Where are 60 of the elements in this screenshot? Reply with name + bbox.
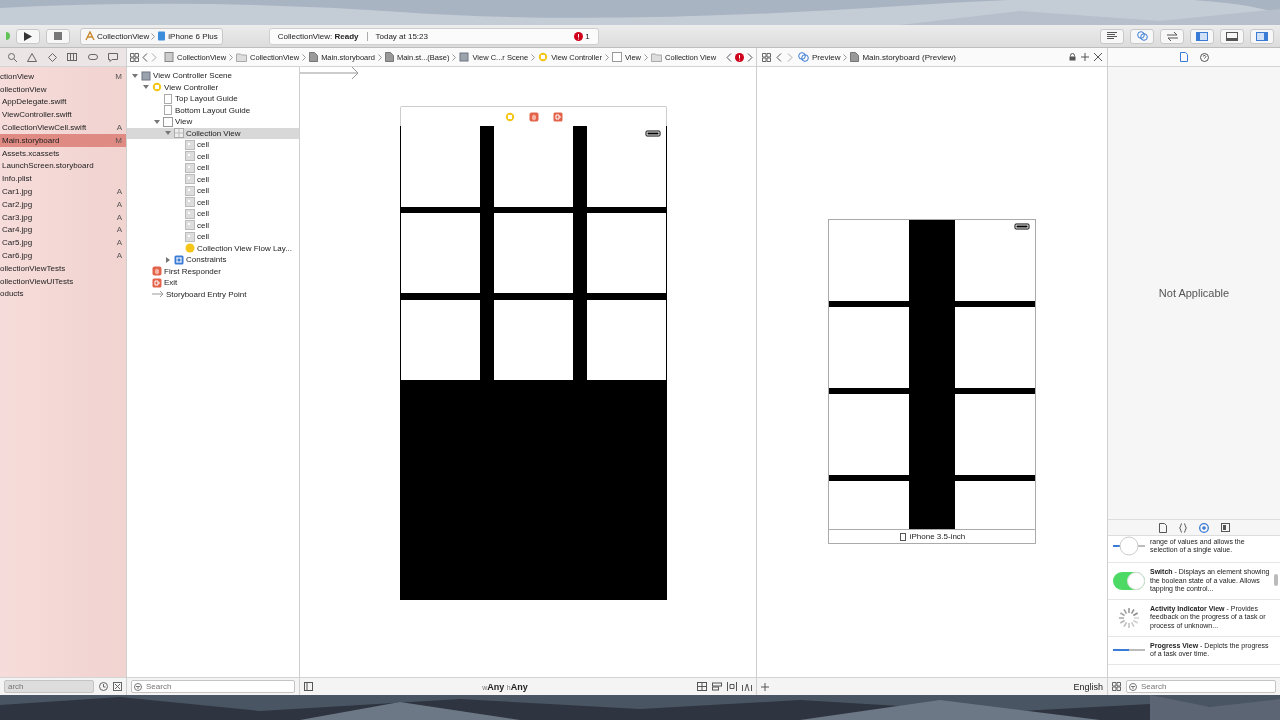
file-item[interactable]: CollectionViewCell.swift (2, 123, 117, 133)
file-item[interactable]: ctionView (0, 71, 116, 81)
status-letter: A (116, 238, 122, 248)
filter-field[interactable]: Search (131, 680, 295, 693)
outline-item[interactable]: View Controller Scene (153, 71, 232, 81)
library-search-field[interactable]: Search (1126, 680, 1276, 693)
file-item[interactable]: Car5.jpg (2, 238, 117, 248)
status-letter: M (115, 71, 122, 81)
file-item[interactable]: Car6.jpg (2, 251, 117, 261)
status-letter: A (116, 251, 122, 261)
file-item[interactable]: Car3.jpg (2, 212, 117, 222)
file-item[interactable]: ollectionViewUITests (0, 276, 122, 286)
outline-item[interactable]: Constraints (186, 255, 227, 265)
file-item[interactable]: Info.plist (2, 174, 122, 184)
error-count: 1 (585, 31, 590, 41)
file-item[interactable]: oducts (0, 289, 122, 299)
language-selector[interactable]: English (1073, 681, 1103, 692)
outline-item[interactable]: cell (197, 209, 209, 219)
outline-item[interactable]: View (175, 117, 193, 127)
outline-item[interactable]: View Controller (164, 82, 219, 92)
file-item[interactable]: Car1.jpg (2, 187, 117, 197)
file-item[interactable]: Main.storyboard (2, 135, 116, 145)
status-letter: A (116, 225, 122, 235)
file-item[interactable]: ollectionViewTests (0, 263, 122, 273)
outline-item[interactable]: cell (197, 174, 209, 184)
outline-item[interactable]: cell (197, 220, 209, 230)
status-time: Today at 15:23 (375, 31, 428, 41)
file-item[interactable]: AppDelegate.swift (2, 97, 122, 107)
scheme-selector[interactable]: CollectionView iPhone 6 Plus (80, 27, 223, 45)
outline-item[interactable]: Top Layout Guide (175, 94, 238, 104)
outline-item[interactable]: First Responder (164, 266, 221, 276)
status-letter: A (116, 123, 122, 133)
outline-item[interactable]: Collection View Flow Lay... (197, 243, 292, 253)
file-item[interactable]: Car2.jpg (2, 199, 117, 209)
outline-item[interactable]: cell (197, 197, 209, 207)
outline-item[interactable]: Exit (164, 278, 178, 288)
scheme-name[interactable]: CollectionView (97, 31, 150, 41)
status-letter: M (115, 135, 122, 145)
file-item[interactable]: ViewController.swift (2, 110, 122, 120)
inspector-message: Not Applicable (1158, 287, 1230, 299)
file-item[interactable]: LaunchScreen.storyboard (2, 161, 122, 171)
file-item[interactable]: Car4.jpg (2, 225, 117, 235)
status-letter: A (116, 187, 122, 197)
jump-bar-item[interactable]: Preview (812, 52, 841, 62)
file-item[interactable]: Assets.xcassets (2, 148, 122, 158)
outline-item[interactable]: cell (197, 151, 209, 161)
outline-item[interactable]: cell (197, 232, 209, 242)
filter-field[interactable]: arch (4, 680, 94, 693)
outline-item[interactable]: Storyboard Entry Point (166, 289, 247, 299)
jump-bar-item[interactable]: Main.storyboard (Preview) (862, 52, 956, 62)
outline-item[interactable]: cell (197, 186, 209, 196)
status-letter: A (116, 212, 122, 222)
status-letter: A (116, 199, 122, 209)
file-item[interactable]: ollectionView (0, 84, 122, 94)
outline-item[interactable]: cell (197, 163, 209, 173)
outline-item[interactable]: Bottom Layout Guide (175, 105, 251, 115)
device-name[interactable]: iPhone 6 Plus (168, 31, 218, 41)
device-label[interactable]: iPhone 3.5-inch (909, 532, 966, 541)
status-text: CollectionView: Ready (277, 31, 359, 41)
outline-item[interactable]: cell (197, 140, 209, 150)
